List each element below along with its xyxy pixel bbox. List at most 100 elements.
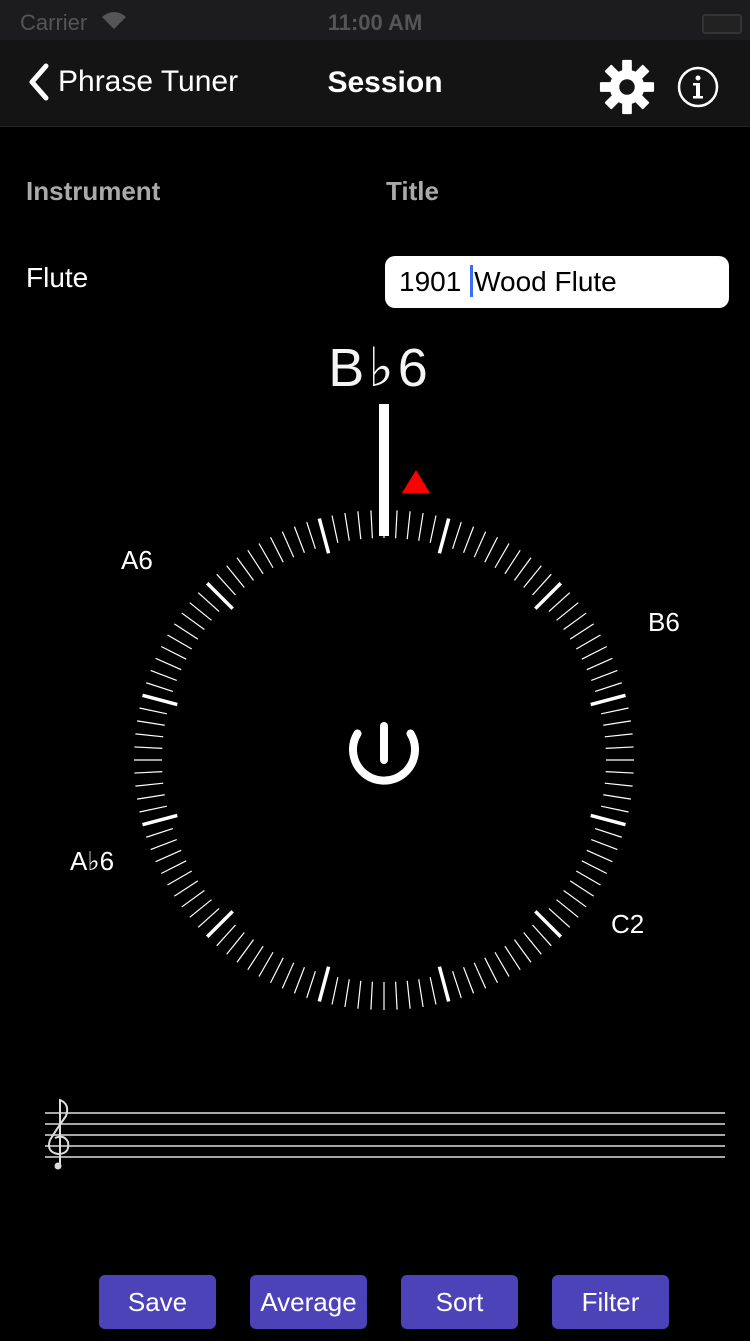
dial-tick	[181, 612, 205, 630]
dial-tick	[601, 805, 629, 813]
dial-tick	[139, 805, 167, 813]
dial-tick	[344, 979, 350, 1008]
dial-tick	[569, 623, 594, 640]
battery-icon	[702, 14, 742, 34]
dial-major-tick	[590, 813, 626, 827]
dial-tick	[258, 951, 274, 977]
title-input[interactable]: 1901 Wood Flute	[385, 256, 729, 308]
indicator-arrow	[402, 470, 430, 493]
dial-tick	[135, 733, 164, 738]
dial-tick	[532, 924, 552, 947]
dial-tick	[135, 782, 164, 787]
dial-tick	[306, 970, 316, 998]
filter-button[interactable]: Filter	[552, 1275, 669, 1329]
power-button[interactable]	[349, 722, 419, 785]
dial-tick	[174, 880, 199, 897]
dial-tick	[591, 838, 618, 851]
dial-tick	[494, 543, 510, 569]
dial-tick	[236, 557, 254, 581]
dial-tick	[344, 512, 350, 541]
dial-tick	[429, 977, 437, 1005]
chevron-left-icon	[29, 63, 49, 101]
dial-tick	[591, 669, 618, 682]
instrument-value[interactable]: Flute	[26, 262, 88, 294]
dial-tick	[181, 890, 205, 908]
dial-tick	[281, 531, 295, 558]
dial-tick	[523, 565, 542, 588]
average-button[interactable]: Average	[250, 1275, 367, 1329]
dial-tick	[605, 746, 634, 749]
dial-tick	[406, 980, 411, 1009]
save-button[interactable]: Save	[99, 1275, 216, 1329]
note-label-a6: A6	[121, 545, 153, 575]
dial-tick	[548, 592, 571, 612]
back-button-label: Phrase Tuner	[58, 65, 239, 98]
dial-tick	[258, 543, 274, 569]
dial-tick	[139, 707, 167, 715]
dial-tick	[575, 634, 601, 650]
dial-tick	[247, 945, 264, 970]
dial-tick	[581, 860, 608, 875]
dial-tick	[473, 962, 487, 989]
dial-tick	[174, 623, 199, 640]
dial-tick	[429, 515, 437, 543]
dial-tick	[155, 849, 182, 863]
dial-tick	[586, 849, 613, 863]
music-staff	[45, 1098, 725, 1170]
dial-tick	[269, 536, 284, 563]
info-icon[interactable]	[677, 66, 719, 108]
dial-tick	[281, 962, 295, 989]
dial-tick	[594, 682, 622, 692]
dial-tick	[604, 782, 633, 787]
dial-tick	[605, 771, 634, 774]
dial-tick	[136, 720, 165, 726]
dial-tick	[216, 573, 236, 596]
dial-tick	[418, 512, 424, 541]
dial-tick	[514, 557, 532, 581]
dial-major-tick	[437, 966, 451, 1002]
dial-tick	[134, 771, 163, 774]
dial-tick	[563, 612, 587, 630]
dial-tick	[150, 838, 177, 851]
dial-tick	[484, 957, 499, 984]
dial-tick	[370, 510, 373, 539]
dial-tick	[452, 970, 462, 998]
dial-tick	[452, 522, 462, 550]
dial-tick	[494, 951, 510, 977]
dial-tick	[556, 602, 579, 621]
dial-tick	[293, 526, 306, 553]
text-caret	[470, 265, 474, 297]
title-input-text-before-caret: 1901	[399, 266, 470, 297]
back-button[interactable]: Phrase Tuner	[28, 62, 238, 102]
dial-major-tick	[142, 693, 178, 707]
dial-tick	[523, 932, 542, 955]
needle	[379, 404, 389, 536]
tuner-dial	[134, 404, 634, 1010]
dial-tick	[167, 634, 193, 650]
status-bar: Carrier 11:00 AM	[0, 0, 750, 40]
note-label-b6: B6	[648, 607, 680, 637]
dial-tick	[331, 515, 339, 543]
dial-tick	[134, 746, 163, 749]
dial-tick	[160, 860, 187, 875]
dial-tick	[236, 939, 254, 963]
sort-button[interactable]: Sort	[401, 1275, 518, 1329]
dial-tick	[357, 511, 362, 540]
dial-tick	[556, 899, 579, 918]
dial-tick	[146, 828, 174, 838]
dial-tick	[357, 980, 362, 1009]
status-time: 11:00 AM	[327, 10, 423, 35]
dial-tick	[197, 592, 220, 612]
instrument-label: Instrument	[26, 176, 161, 206]
dial-tick	[581, 645, 608, 660]
dial-tick	[603, 720, 632, 726]
dial-tick	[548, 908, 571, 928]
dial-tick	[462, 526, 475, 553]
dial-tick	[418, 979, 424, 1008]
note-label-c2: C2	[611, 909, 645, 939]
dial-tick	[504, 550, 521, 575]
dial-tick	[331, 977, 339, 1005]
gear-icon[interactable]	[598, 58, 656, 116]
dial-tick	[306, 522, 316, 550]
dial-tick	[604, 733, 633, 738]
